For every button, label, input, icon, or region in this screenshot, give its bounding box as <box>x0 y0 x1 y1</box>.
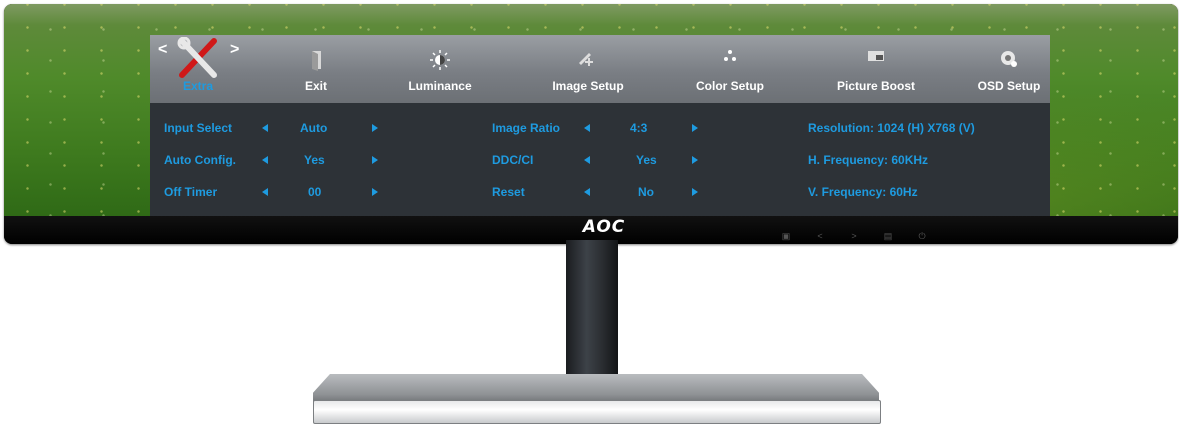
exit-icon <box>312 51 321 71</box>
decrease-arrow-icon[interactable] <box>262 188 268 196</box>
increase-arrow-icon[interactable] <box>372 188 378 196</box>
tab-extra[interactable]: < > Extra <box>150 35 246 103</box>
setting-label: Auto Config. <box>164 153 236 167</box>
increase-arrow-icon[interactable] <box>372 156 378 164</box>
osd-settings-panel: Input Select Auto Auto Config. Yes Off T… <box>150 103 1050 220</box>
monitor: < > Extra Exit Luminance Image Setup Col… <box>4 4 1178 244</box>
sun-icon <box>430 50 450 70</box>
tab-color-setup[interactable]: Color Setup <box>680 35 780 103</box>
setting-label: Input Select <box>164 121 233 135</box>
increase-arrow-icon[interactable] <box>692 124 698 132</box>
menu-button-icon[interactable]: ▤ <box>880 230 896 242</box>
tab-exit[interactable]: Exit <box>276 35 356 103</box>
decrease-arrow-icon[interactable] <box>584 156 590 164</box>
setting-value: Auto <box>300 121 328 135</box>
source-button-icon[interactable]: ▣ <box>778 230 794 242</box>
tab-picture-boost[interactable]: Picture Boost <box>826 35 926 103</box>
tab-label: Color Setup <box>696 79 764 93</box>
brand-logo: AOC <box>582 217 626 237</box>
setting-label: Image Ratio <box>492 121 561 135</box>
setting-label: Reset <box>492 185 525 199</box>
setting-value: Yes <box>304 153 325 167</box>
nav-next-icon[interactable]: > <box>230 41 239 59</box>
power-button-icon[interactable]: ⏻ <box>914 230 930 242</box>
setting-value: No <box>638 185 654 199</box>
tab-osd-setup[interactable]: OSD Setup <box>968 35 1050 103</box>
left-button-icon[interactable]: < <box>812 230 828 242</box>
decrease-arrow-icon[interactable] <box>584 188 590 196</box>
color-dots-icon <box>724 50 736 61</box>
increase-arrow-icon[interactable] <box>372 124 378 132</box>
setting-label: Off Timer <box>164 185 218 199</box>
tab-label: Exit <box>304 79 327 93</box>
monitor-stand-neck <box>566 240 618 380</box>
setting-label: DDC/CI <box>492 153 534 167</box>
osd-tab-bar: < > Extra Exit Luminance Image Setup Col… <box>150 35 1050 103</box>
tab-label: Image Setup <box>552 79 624 93</box>
tab-label: Picture Boost <box>836 79 915 93</box>
decrease-arrow-icon[interactable] <box>262 156 268 164</box>
setting-value: Yes <box>636 153 657 167</box>
right-button-icon[interactable]: > <box>846 230 862 242</box>
decrease-arrow-icon[interactable] <box>584 124 590 132</box>
setting-value: 00 <box>308 185 322 199</box>
decrease-arrow-icon[interactable] <box>262 124 268 132</box>
resolution-info: Resolution: 1024 (H) X768 (V) <box>808 121 975 135</box>
increase-arrow-icon[interactable] <box>692 156 698 164</box>
tab-luminance[interactable]: Luminance <box>400 35 480 103</box>
nav-prev-icon[interactable]: < <box>158 41 167 59</box>
setting-value: 4:3 <box>630 121 648 135</box>
tab-label: Extra <box>182 79 214 93</box>
h-frequency-info: H. Frequency: 60KHz <box>808 153 929 167</box>
osd-menu: < > Extra Exit Luminance Image Setup Col… <box>150 35 1050 220</box>
picture-boost-icon <box>868 51 884 61</box>
increase-arrow-icon[interactable] <box>692 188 698 196</box>
osd-setup-icon <box>1001 51 1017 67</box>
tools-icon <box>177 37 217 78</box>
tab-label: OSD Setup <box>977 79 1041 93</box>
tab-image-setup[interactable]: Image Setup <box>538 35 638 103</box>
tab-label: Luminance <box>408 79 472 93</box>
v-frequency-info: V. Frequency: 60Hz <box>808 185 918 199</box>
monitor-button-row: ▣ < > ▤ ⏻ <box>778 230 930 242</box>
monitor-stand-base-edge <box>313 400 881 424</box>
image-setup-icon <box>579 53 593 66</box>
